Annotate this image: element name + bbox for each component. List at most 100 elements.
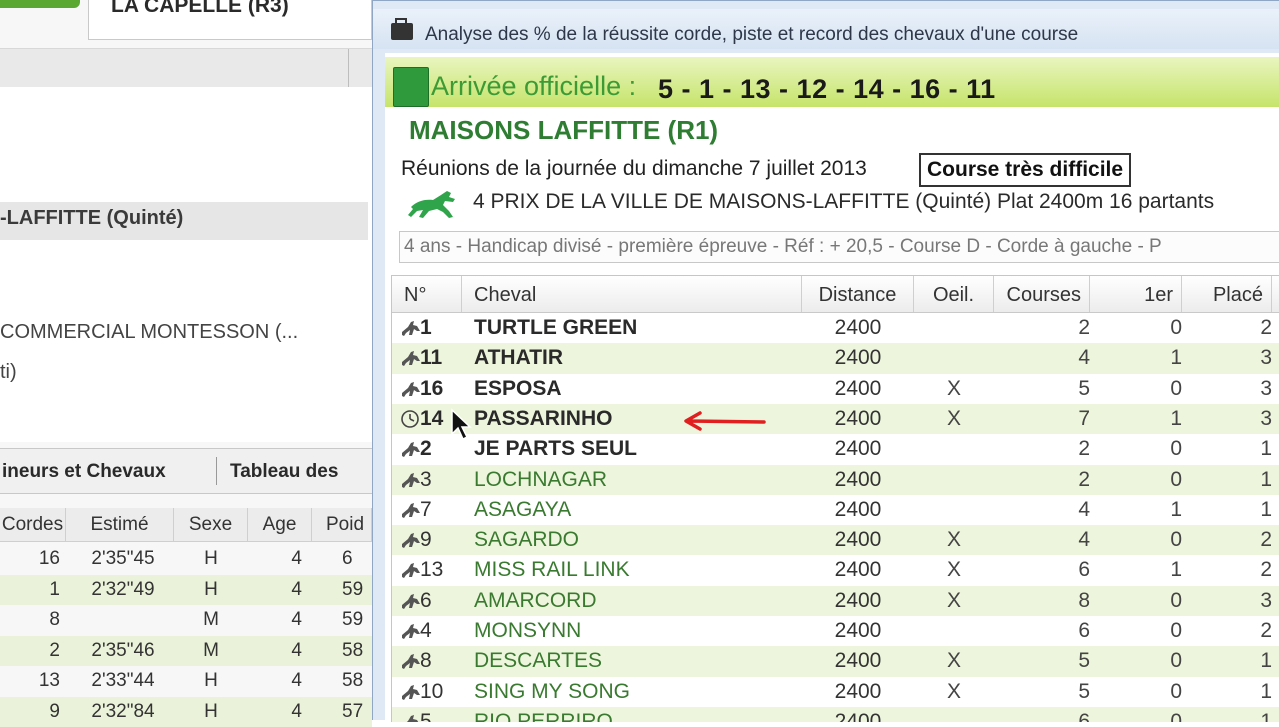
horse-row[interactable]: 13 MISS RAIL LINK 2400 X 6 1 2: [392, 555, 1279, 585]
cell-premier: 0: [1170, 467, 1182, 491]
cell-cordes: 16: [38, 548, 60, 569]
cell-distance: 2400: [834, 346, 882, 370]
arrival-banner: Arrivée officielle : 5 - 1 - 13 - 12 - 1…: [385, 57, 1279, 107]
cell-num: 8: [420, 649, 432, 673]
cell-courses: 4: [1078, 346, 1090, 370]
cell-courses: 5: [1078, 376, 1090, 400]
cell-distance: 2400: [834, 709, 882, 722]
cell-oeil: X: [946, 558, 961, 582]
clock-icon: [400, 409, 422, 429]
horse-row[interactable]: 8 DESCARTES 2400 X 5 0 1: [392, 646, 1279, 677]
cell-place: 1: [1260, 497, 1272, 521]
jockey-icon: [400, 470, 422, 490]
horse-row[interactable]: 4 MONSYNN 2400 6 0 2: [392, 616, 1279, 646]
table-row[interactable]: 9 2'32"84 H 4 57: [0, 696, 372, 727]
horse-row[interactable]: 9 SAGARDO 2400 X 4 0 2: [392, 525, 1279, 556]
cell-oeil: X: [946, 649, 961, 673]
horse-row[interactable]: 11 ATHATIR 2400 4 1 3: [392, 343, 1279, 374]
table-row[interactable]: 2 2'35"46 M 4 58: [0, 635, 372, 666]
cell-oeil: X: [946, 406, 961, 430]
column-header-cheval[interactable]: Cheval: [462, 276, 802, 312]
background-race-list: [0, 87, 372, 442]
horse-row[interactable]: 2 JE PARTS SEUL 2400 2 0 1: [392, 434, 1279, 464]
horse-row[interactable]: 6 AMARCORD 2400 X 8 0 3: [392, 585, 1279, 616]
column-header-place[interactable]: Placé: [1182, 276, 1272, 312]
race-list-item[interactable]: -LAFFITTE (Quinté): [0, 207, 183, 230]
cell-courses: 4: [1078, 497, 1090, 521]
race-conditions-field[interactable]: 4 ans - Handicap divisé - première épreu…: [399, 231, 1279, 263]
cell-premier: 0: [1170, 619, 1182, 642]
cell-num: 10: [420, 679, 444, 703]
cell-premier: 1: [1170, 497, 1182, 521]
jockey-icon: [400, 318, 422, 338]
column-header[interactable]: Sexe: [174, 508, 248, 542]
difficulty-badge: Course très difficile: [919, 153, 1132, 187]
cell-sexe: H: [204, 578, 218, 600]
tab-entraineurs-chevaux[interactable]: ineurs et Chevaux: [2, 461, 166, 483]
cell-cordes: 13: [38, 670, 60, 691]
cell-oeil: X: [946, 376, 961, 400]
dialog-titlebar[interactable]: Analyse des % de la réussite corde, pist…: [373, 9, 1279, 49]
cell-place: 3: [1260, 376, 1272, 400]
cell-num: 3: [420, 467, 432, 491]
column-header-premier[interactable]: 1er: [1090, 276, 1182, 312]
race-title: 4 PRIX DE LA VILLE DE MAISONS-LAFFITTE (…: [473, 190, 1215, 213]
cell-place: 1: [1260, 467, 1272, 491]
table-row[interactable]: 13 2'33"44 H 4 58: [0, 666, 372, 696]
cell-distance: 2400: [834, 558, 882, 582]
cell-num: 11: [420, 346, 443, 370]
column-header[interactable]: Estimé: [66, 508, 174, 542]
race-list-item[interactable]: COMMERCIAL MONTESSON (...: [0, 321, 298, 344]
cell-num: 5: [420, 709, 432, 722]
table-row[interactable]: 16 2'35"45 H 4 6: [0, 544, 372, 574]
cell-place: 1: [1260, 709, 1272, 722]
cell-num: 1: [420, 316, 432, 339]
table-row[interactable]: 8 M 4 59: [0, 605, 372, 635]
cell-num: 9: [420, 528, 432, 552]
cell-estime: 2'32"49: [91, 578, 155, 600]
cell-courses: 6: [1078, 558, 1090, 582]
column-header-distance[interactable]: Distance: [802, 276, 914, 312]
horse-row[interactable]: 3 LOCHNAGAR 2400 2 0 1: [392, 464, 1279, 495]
cell-premier: 0: [1170, 316, 1182, 339]
column-header-num[interactable]: N°: [392, 276, 462, 312]
jockey-icon: [400, 712, 422, 722]
cell-estime: 2'35"46: [91, 639, 155, 661]
meeting-date: Réunions de la journée du dimanche 7 jui…: [401, 157, 867, 180]
cell-sexe: M: [203, 609, 219, 630]
cell-age: 4: [291, 548, 302, 569]
horse-row[interactable]: 1 TURTLE GREEN 2400 2 0 2: [392, 313, 1279, 343]
cell-distance: 2400: [834, 376, 882, 400]
table-row[interactable]: 1 2'32"49 H 4 59: [0, 574, 372, 605]
column-header[interactable]: Poid: [312, 508, 372, 542]
cell-place: 2: [1260, 619, 1272, 642]
race-list-item[interactable]: ti): [0, 361, 17, 384]
cell-distance: 2400: [834, 649, 882, 673]
green-flag-icon: [393, 67, 429, 107]
cell-courses: 6: [1078, 709, 1090, 722]
cell-cheval: PASSARINHO: [474, 406, 613, 430]
cell-cheval: MONSYNN: [474, 619, 582, 642]
column-header-oeil[interactable]: Oeil.: [914, 276, 994, 312]
background-toolbar: [0, 48, 380, 88]
cell-cheval: JE PARTS SEUL: [474, 437, 637, 461]
green-tab-edge[interactable]: [0, 0, 80, 8]
column-header[interactable]: Cordes: [0, 508, 66, 542]
cell-courses: 2: [1078, 316, 1090, 339]
cell-cordes: 1: [49, 578, 60, 600]
horse-row[interactable]: 14 PASSARINHO 2400 X 7 1 3: [392, 403, 1279, 435]
column-header-courses[interactable]: Courses: [994, 276, 1090, 312]
cell-premier: 0: [1170, 649, 1182, 673]
cell-age: 4: [291, 609, 302, 630]
cell-distance: 2400: [834, 467, 882, 491]
tab-tableau[interactable]: Tableau des: [230, 461, 338, 483]
horse-row[interactable]: 10 SING MY SONG 2400 X 5 0 1: [392, 677, 1279, 707]
cell-place: 2: [1260, 528, 1272, 552]
horse-row[interactable]: 16 ESPOSA 2400 X 5 0 3: [392, 374, 1279, 404]
tab-la-capelle[interactable]: LA CAPELLE (R3): [88, 0, 372, 40]
race-conditions: 4 ans - Handicap divisé - première épreu…: [404, 236, 1162, 257]
grid-header: N° Cheval Distance Oeil. Courses 1er Pla…: [392, 276, 1279, 313]
cell-cheval: LOCHNAGAR: [474, 467, 608, 491]
horse-row[interactable]: 7 ASAGAYA 2400 4 1 1: [392, 495, 1279, 525]
column-header[interactable]: Age: [248, 508, 312, 542]
